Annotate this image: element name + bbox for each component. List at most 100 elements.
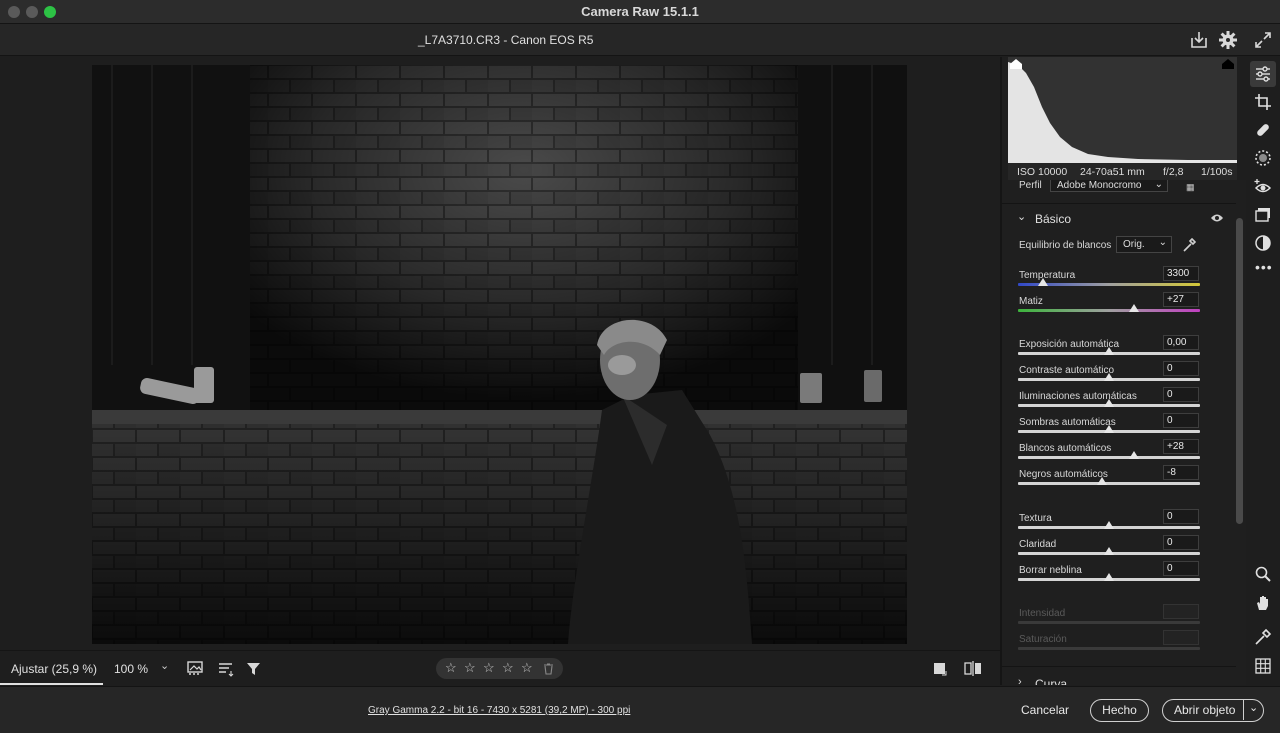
chevron-down-icon: ⌄	[1158, 237, 1167, 248]
zoom-dropdown-icon[interactable]: ⌄	[160, 659, 169, 672]
red-eye-icon[interactable]	[1254, 178, 1272, 196]
slider-thumb[interactable]	[1128, 304, 1139, 312]
slider-value-input	[1163, 630, 1199, 645]
star-icon[interactable]: ☆	[483, 660, 495, 676]
before-after-split-icon[interactable]	[964, 661, 982, 676]
open-object-button[interactable]: Abrir objeto ⌄	[1162, 699, 1264, 722]
photo-preview[interactable]	[92, 65, 907, 644]
star-icon[interactable]: ☆	[521, 660, 533, 676]
slider-value-input[interactable]: 0	[1163, 509, 1199, 524]
curve-section-title: Curva	[1035, 677, 1068, 685]
slider-label: Matiz	[1019, 296, 1043, 307]
mask-icon[interactable]	[1254, 149, 1272, 167]
chevron-right-icon: ›	[1018, 676, 1022, 685]
basic-section-title: Básico	[1035, 212, 1072, 226]
slider-value-input[interactable]: 3300	[1163, 266, 1199, 281]
slider-thumb[interactable]	[1096, 477, 1107, 485]
eyedropper-icon[interactable]	[1182, 237, 1196, 253]
fit-zoom-button[interactable]: Ajustar (25,9 %)	[11, 662, 97, 676]
slider-label: Textura	[1019, 513, 1052, 524]
slider-value-input[interactable]: 0	[1163, 387, 1199, 402]
slider-value-input[interactable]: 0	[1163, 535, 1199, 550]
profile-value: Adobe Monocromo	[1057, 180, 1142, 191]
curve-section-header[interactable]: › Curva	[1002, 674, 1236, 685]
slider-track[interactable]	[1018, 482, 1200, 485]
slider-track[interactable]	[1018, 309, 1200, 312]
cancel-button[interactable]: Cancelar	[1021, 703, 1069, 717]
slider-label: Claridad	[1019, 539, 1057, 550]
sort-icon[interactable]	[218, 661, 234, 677]
fullscreen-icon[interactable]	[1252, 29, 1274, 51]
star-icon[interactable]: ☆	[502, 660, 514, 676]
slider-thumb[interactable]	[1104, 347, 1114, 355]
slider-value-input[interactable]: +28	[1163, 439, 1199, 454]
edit-sliders-icon[interactable]	[1254, 65, 1272, 83]
slider-label: Saturación	[1019, 634, 1067, 645]
section-divider	[1002, 203, 1236, 204]
slider-label: Blancos automáticos	[1019, 443, 1112, 454]
white-balance-select[interactable]: Orig. ⌄	[1116, 236, 1172, 253]
star-icon[interactable]: ☆	[464, 660, 476, 676]
slider-value-input[interactable]: -8	[1163, 465, 1199, 480]
camera-model: Canon EOS R5	[510, 33, 594, 47]
fit-zoom-underline	[0, 683, 103, 685]
zoom-tool-icon[interactable]	[1254, 565, 1272, 583]
file-title: _L7A3710.CR3 - Canon EOS R5	[418, 33, 593, 47]
basic-section-header[interactable]: ⌄ Básico	[1002, 208, 1236, 228]
aperture-value: f/2,8	[1163, 166, 1184, 178]
slider-thumb[interactable]	[1104, 425, 1114, 433]
slider-thumb[interactable]	[1104, 573, 1114, 581]
file-separator: -	[500, 33, 511, 47]
open-object-label: Abrir objeto	[1174, 703, 1236, 717]
slider-value-input[interactable]: +27	[1163, 292, 1199, 307]
save-image-icon[interactable]	[1188, 29, 1210, 51]
panel-scrollbar[interactable]	[1236, 218, 1243, 524]
white-balance-label: Equilibrio de blancos	[1019, 240, 1112, 251]
slider-label: Intensidad	[1019, 608, 1066, 619]
filter-icon[interactable]	[246, 661, 262, 677]
slider-value-input[interactable]: 0	[1163, 413, 1199, 428]
slider-value-input[interactable]: 0	[1163, 361, 1199, 376]
slider-thumb[interactable]	[1104, 521, 1114, 529]
hand-tool-icon[interactable]	[1254, 594, 1272, 612]
image-canvas[interactable]	[0, 57, 1000, 650]
healing-bandage-icon[interactable]	[1254, 121, 1272, 139]
slider-value-input	[1163, 604, 1199, 619]
canvas-toolbar: Ajustar (25,9 %) 100 % ⌄ ☆ ☆ ☆ ☆ ☆	[0, 650, 1000, 685]
slider-track[interactable]	[1018, 456, 1200, 459]
before-after-single-icon[interactable]	[933, 662, 947, 676]
slider-thumb[interactable]	[1129, 451, 1140, 459]
slider-label: Negros automáticos	[1019, 469, 1108, 480]
profile-select[interactable]: Adobe Monocromo ⌄	[1050, 180, 1168, 192]
slider-value-input[interactable]: 0	[1163, 561, 1199, 576]
eye-visibility-icon[interactable]	[1210, 213, 1224, 223]
chevron-down-icon[interactable]: ⌄	[1249, 698, 1258, 718]
slider-thumb[interactable]	[1104, 547, 1114, 555]
slider-label: Sombras automáticas	[1019, 417, 1116, 428]
zoom-100-button[interactable]: 100 %	[114, 662, 148, 676]
file-bar: _L7A3710.CR3 - Canon EOS R5	[0, 24, 1280, 56]
slider-thumb[interactable]	[1104, 373, 1114, 381]
more-options-icon[interactable]: •••	[1255, 259, 1273, 275]
color-sampler-icon[interactable]	[1254, 628, 1272, 646]
star-icon[interactable]: ☆	[445, 660, 457, 676]
slider-label: Borrar neblina	[1019, 565, 1082, 576]
workflow-options-link[interactable]: Gray Gamma 2.2 - bit 16 - 7430 x 5281 (3…	[368, 705, 630, 716]
white-balance-value: Orig.	[1123, 239, 1145, 250]
crop-icon[interactable]	[1254, 93, 1272, 111]
snapshots-icon[interactable]	[1254, 206, 1272, 224]
trash-icon[interactable]	[543, 663, 554, 675]
star-rating: ☆ ☆ ☆ ☆ ☆	[436, 658, 563, 679]
slider-thumb[interactable]	[1104, 399, 1114, 407]
slider-label: Contraste automático	[1019, 365, 1115, 376]
slider-track	[1018, 621, 1200, 624]
presets-icon[interactable]	[1254, 234, 1272, 252]
filmstrip-icon[interactable]	[187, 661, 205, 677]
slider-value-input[interactable]: 0,00	[1163, 335, 1199, 350]
grid-overlay-icon[interactable]	[1254, 657, 1272, 675]
settings-gear-icon[interactable]	[1217, 29, 1239, 51]
profile-browser-icon[interactable]: ▦	[1186, 182, 1200, 192]
slider-thumb[interactable]	[1038, 278, 1049, 286]
slider-track	[1018, 647, 1200, 650]
done-button[interactable]: Hecho	[1090, 699, 1149, 722]
